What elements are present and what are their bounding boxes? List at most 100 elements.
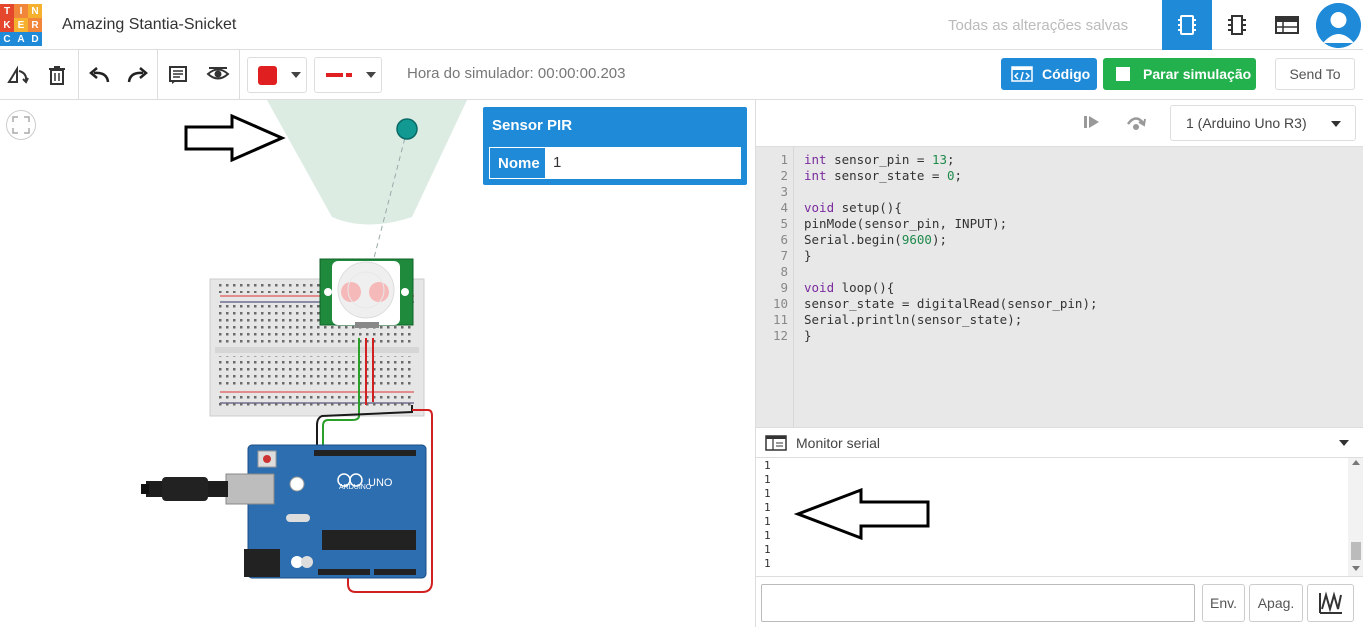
line-number: 11 — [772, 312, 788, 327]
line-number: 6 — [780, 232, 788, 247]
serial-scrollbar[interactable] — [1348, 458, 1363, 576]
serial-line: 1 — [764, 515, 771, 528]
scroll-thumb[interactable] — [1351, 542, 1361, 560]
step-over-button[interactable] — [1125, 112, 1147, 132]
board-select[interactable]: 1 (Arduino Uno R3) — [1170, 105, 1356, 141]
simulator-time: Hora do simulador: 00:00:00.203 — [407, 65, 626, 82]
redo-button[interactable] — [126, 63, 150, 87]
line-number: 5 — [780, 216, 788, 231]
code-line: } — [804, 248, 812, 263]
board-select-value: 1 (Arduino Uno R3) — [1186, 115, 1307, 131]
chevron-down-icon — [366, 72, 376, 78]
code-icon — [1011, 66, 1033, 82]
code-line: void setup(){ — [804, 200, 902, 215]
code-line: Serial.begin(9600); — [804, 232, 948, 247]
send-to-button[interactable]: Send To — [1275, 58, 1355, 90]
schematic-view-button[interactable] — [1212, 0, 1262, 50]
name-field-row: Nome 1 — [489, 147, 741, 179]
send-button[interactable]: Env. — [1202, 584, 1245, 622]
code-line: sensor_state = digitalRead(sensor_pin); — [804, 296, 1098, 311]
project-title[interactable]: Amazing Stantia-Snicket — [62, 16, 236, 34]
rotate-button[interactable] — [6, 63, 30, 87]
serial-monitor-icon — [765, 435, 787, 451]
serial-monitor-header[interactable]: Monitor serial — [756, 427, 1363, 458]
logo-letter: R — [28, 18, 42, 32]
toolbar-divider — [239, 50, 240, 100]
serial-input-field[interactable] — [761, 584, 1195, 622]
line-number: 3 — [780, 184, 788, 199]
toolbar-divider — [157, 50, 158, 100]
circuit-canvas[interactable]: ARDUINO UNO Sensor PIR Nome 1 — [0, 100, 755, 627]
name-input[interactable]: 1 — [545, 148, 741, 178]
line-number: 7 — [780, 248, 788, 263]
circuit-view-icon — [1178, 15, 1196, 35]
serial-line: 1 — [764, 501, 771, 514]
logo-letter: D — [28, 32, 42, 46]
code-button-label: Código — [1042, 66, 1091, 82]
user-avatar[interactable] — [1316, 3, 1361, 48]
chevron-down-icon[interactable] — [1339, 440, 1349, 446]
play-step-icon — [1084, 116, 1099, 128]
line-number: 4 — [780, 200, 788, 215]
line-number: 1 — [780, 152, 788, 167]
undo-button[interactable] — [87, 63, 111, 87]
line-number: 12 — [772, 328, 788, 343]
logo-letter: A — [14, 32, 28, 46]
tinkercad-logo[interactable]: TINKERCAD — [0, 4, 42, 46]
step-button[interactable] — [1082, 112, 1102, 132]
stop-icon — [1116, 67, 1130, 81]
code-line: } — [804, 328, 812, 343]
motion-target — [396, 118, 418, 140]
scroll-up-icon — [1352, 460, 1360, 465]
inspector-title: Sensor PIR — [492, 117, 573, 134]
serial-line: 1 — [764, 473, 771, 486]
logo-letter: E — [14, 18, 28, 32]
undo-icon — [89, 67, 110, 83]
code-toolbar: 1 (Arduino Uno R3) — [756, 100, 1363, 147]
chevron-down-icon — [291, 72, 301, 78]
notes-button[interactable] — [166, 63, 190, 87]
step-over-icon — [1126, 117, 1146, 130]
save-status: Todas as alterações salvas — [948, 17, 1129, 34]
svg-text:ARDUINO: ARDUINO — [339, 484, 372, 491]
annotation-arrow-right — [184, 113, 286, 163]
plotter-button[interactable] — [1307, 584, 1354, 622]
code-panel: 1 (Arduino Uno R3) 1 2 3 4 5 6 7 8 9 10 11 12 int s… — [755, 100, 1363, 627]
serial-line: 1 — [764, 529, 771, 542]
logo-letter: K — [0, 18, 14, 32]
clear-button[interactable]: Apag. — [1249, 584, 1303, 622]
name-field-label: Nome — [498, 155, 540, 172]
line-number: 9 — [780, 280, 788, 295]
code-button[interactable]: Código — [1001, 58, 1097, 90]
color-picker-dropdown[interactable] — [247, 57, 307, 93]
logo-letter: C — [0, 32, 14, 46]
circuit-view-button[interactable] — [1162, 0, 1212, 50]
schematic-view-icon — [1228, 15, 1246, 35]
component-list-icon — [1275, 16, 1299, 34]
visibility-button[interactable] — [206, 63, 230, 87]
wire-style-dropdown[interactable] — [314, 57, 382, 93]
tinkercad-app: TINKERCAD Amazing Stantia-Snicket Todas … — [0, 0, 1363, 627]
code-line: Serial.println(sensor_state); — [804, 312, 1023, 327]
component-list-button[interactable] — [1262, 0, 1312, 50]
code-editor[interactable]: 1 2 3 4 5 6 7 8 9 10 11 12 int sensor_pin = 13; int … — [756, 147, 1363, 427]
component-inspector: Sensor PIR Nome 1 — [483, 107, 747, 185]
stop-simulation-button[interactable]: Parar simulação — [1103, 58, 1256, 90]
line-number-gutter: 1 2 3 4 5 6 7 8 9 10 11 12 — [756, 147, 794, 427]
annotation-arrow-left — [794, 487, 930, 541]
chevron-down-icon — [1331, 121, 1341, 127]
trash-icon — [49, 66, 65, 85]
wire-style-icon — [326, 73, 352, 77]
rotate-icon — [7, 65, 29, 84]
logo-letter: T — [0, 4, 14, 18]
redo-icon — [127, 67, 148, 83]
line-number: 8 — [780, 264, 788, 279]
user-avatar-icon — [1316, 3, 1361, 48]
notes-icon — [169, 66, 187, 84]
delete-button[interactable] — [45, 63, 69, 87]
edit-toolbar: Hora do simulador: 00:00:00.203 Código P… — [0, 50, 1363, 100]
svg-text:UNO: UNO — [368, 477, 393, 489]
line-number: 10 — [772, 296, 788, 311]
stop-simulation-label: Parar simulação — [1143, 66, 1252, 82]
serial-line: 1 — [764, 543, 771, 556]
